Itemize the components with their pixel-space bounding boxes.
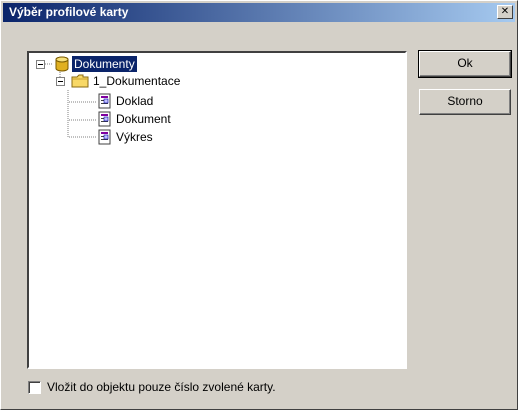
document-form-icon <box>98 93 112 113</box>
document-form-icon <box>98 111 112 131</box>
collapse-toggle-icon[interactable] <box>36 60 45 69</box>
tree-node-label[interactable]: Doklad <box>114 93 155 109</box>
close-button[interactable]: ✕ <box>497 5 513 19</box>
database-cylinder-icon <box>55 56 69 76</box>
tree-node-label[interactable]: Dokumenty <box>71 55 138 73</box>
document-form-icon <box>98 129 112 149</box>
window-title: Výběr profilové karty <box>9 5 129 19</box>
collapse-toggle-icon[interactable] <box>56 77 65 86</box>
tree-connector-lines <box>45 63 97 138</box>
cancel-button[interactable]: Storno <box>419 89 511 115</box>
tree-node-label[interactable]: Dokument <box>114 111 173 127</box>
title-bar[interactable]: Výběr profilové karty ✕ <box>3 3 515 22</box>
checkbox-label[interactable]: Vložit do objektu pouze číslo zvolené ka… <box>47 380 276 395</box>
tree-node-label[interactable]: 1_Dokumentace <box>91 73 182 89</box>
close-icon: ✕ <box>500 6 510 17</box>
tree-node-label[interactable]: Výkres <box>114 129 155 145</box>
folder-icon <box>71 74 89 92</box>
number-only-checkbox[interactable] <box>28 381 41 394</box>
profile-card-dialog: Výběr profilové karty ✕ Dokumenty 1_Doku… <box>0 0 518 410</box>
ok-button[interactable]: Ok <box>418 50 512 78</box>
profile-tree-view[interactable]: Dokumenty 1_Dokumentace Doklad Dokument … <box>27 51 407 369</box>
